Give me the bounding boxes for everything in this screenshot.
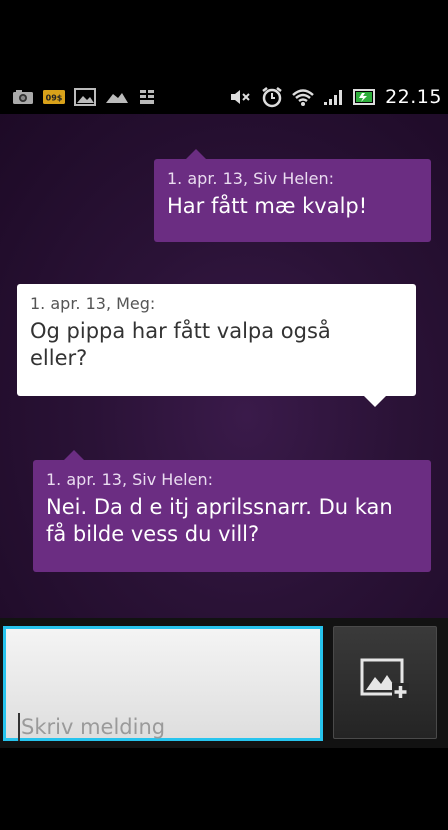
mute-icon (229, 88, 253, 106)
add-picture-icon (359, 657, 411, 709)
message-input[interactable]: Skriv melding (3, 626, 323, 741)
bubble-tail (186, 149, 206, 159)
bubble-tail (364, 396, 386, 407)
message-bubble-incoming[interactable]: 1. apr. 13, Siv Helen: Nei. Da d e itj a… (33, 460, 431, 572)
battery-icon (353, 88, 377, 106)
camera-icon (12, 89, 34, 105)
wifi-icon (291, 87, 315, 107)
message-text: Har fått mæ kvalp! (167, 194, 368, 218)
sos-icon: 09$ (42, 88, 66, 106)
cloud-icon (104, 89, 130, 105)
conversation-thread[interactable]: 1. apr. 13, Siv Helen: Har fått mæ kvalp… (0, 114, 448, 618)
message-bubble-outgoing[interactable]: 1. apr. 13, Meg: Og pippa har fått valpa… (17, 284, 416, 396)
message-meta: 1. apr. 13, Siv Helen: (46, 470, 213, 489)
alarm-icon (261, 86, 283, 108)
top-spacer (0, 0, 448, 80)
clock-time: 22.15 (385, 86, 442, 108)
status-bar: 09$ 22.15 (0, 80, 448, 114)
message-meta: 1. apr. 13, Meg: (30, 294, 156, 313)
svg-text:09$: 09$ (46, 94, 63, 103)
bubble-tail (64, 450, 84, 460)
message-input-placeholder: Skriv melding (21, 715, 166, 739)
message-text: Nei. Da d e itj aprilssnarr. Du kan få b… (46, 495, 393, 546)
signal-icon (323, 88, 345, 106)
attach-picture-button[interactable] (333, 626, 437, 739)
message-bubble-incoming[interactable]: 1. apr. 13, Siv Helen: Har fått mæ kvalp… (154, 159, 431, 242)
picture-icon (74, 88, 96, 106)
text-cursor (18, 713, 20, 741)
bottom-spacer (0, 748, 448, 830)
message-text: Og pippa har fått valpa også eller? (30, 319, 331, 370)
message-composer: Skriv melding (0, 618, 448, 748)
storage-icon (138, 88, 156, 106)
message-meta: 1. apr. 13, Siv Helen: (167, 169, 334, 188)
